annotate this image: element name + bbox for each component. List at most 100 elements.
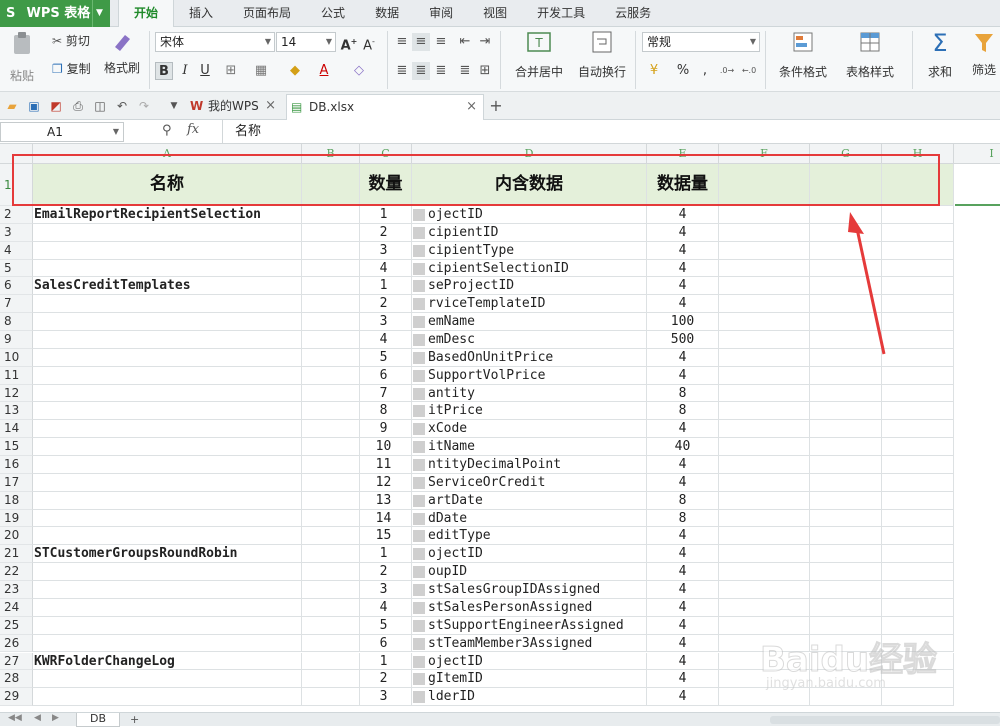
- cell-count[interactable]: 2: [360, 563, 412, 582]
- decrease-decimal-icon[interactable]: ←.0: [740, 62, 758, 80]
- cell-content[interactable]: stSalesPersonAssigned: [412, 598, 647, 617]
- cell-empty[interactable]: [302, 438, 360, 457]
- export-pdf-icon[interactable]: ◩: [48, 98, 64, 114]
- cell-content[interactable]: stTeamMember3Assigned: [412, 634, 647, 653]
- bold-button[interactable]: B: [155, 62, 173, 80]
- close-icon[interactable]: ×: [466, 95, 477, 119]
- cell-empty[interactable]: [719, 598, 810, 617]
- cell-name[interactable]: [33, 331, 302, 349]
- cell-empty[interactable]: [719, 545, 810, 564]
- row-header[interactable]: 6: [0, 277, 33, 296]
- cell-size[interactable]: 8: [647, 491, 719, 510]
- cell-count[interactable]: 3: [360, 688, 412, 707]
- cell-empty[interactable]: [882, 259, 954, 278]
- cell-name[interactable]: [33, 563, 302, 582]
- ribbon-tab[interactable]: 页面布局: [228, 0, 306, 27]
- cell-empty[interactable]: [882, 527, 954, 546]
- row-header[interactable]: 22: [0, 563, 33, 582]
- cell-empty[interactable]: [302, 384, 360, 403]
- row-header[interactable]: 23: [0, 581, 33, 599]
- cell-empty[interactable]: [302, 509, 360, 528]
- cell-empty[interactable]: [302, 634, 360, 653]
- cell-content[interactable]: cipientSelectionID: [412, 259, 647, 278]
- cell-name[interactable]: [33, 527, 302, 546]
- cell-empty[interactable]: [302, 545, 360, 564]
- cell-empty[interactable]: [719, 402, 810, 421]
- copy-button[interactable]: ❐ 复制: [52, 60, 91, 78]
- doc-tab-my-wps[interactable]: W 我的WPS ×: [186, 94, 282, 120]
- cell-size[interactable]: 8: [647, 384, 719, 403]
- cell-count[interactable]: 3: [360, 241, 412, 260]
- cell-content[interactable]: itPrice: [412, 402, 647, 421]
- cell-empty[interactable]: [302, 402, 360, 421]
- increase-decimal-icon[interactable]: .0→: [718, 62, 736, 80]
- cell-count[interactable]: 15: [360, 527, 412, 546]
- cell-name[interactable]: [33, 581, 302, 599]
- customize-toolbar-icon[interactable]: ▼: [166, 98, 182, 114]
- cell-size[interactable]: 4: [647, 616, 719, 635]
- cell-content[interactable]: gItemID: [412, 670, 647, 689]
- cell-empty[interactable]: [719, 420, 810, 439]
- row-header[interactable]: 3: [0, 223, 33, 242]
- cell-size[interactable]: 4: [647, 241, 719, 260]
- clear-format-icon[interactable]: ◇: [350, 62, 368, 80]
- cell-name[interactable]: [33, 616, 302, 635]
- cell-empty[interactable]: [882, 473, 954, 492]
- row-header[interactable]: 13: [0, 402, 33, 421]
- cell-name[interactable]: [33, 509, 302, 528]
- row-header[interactable]: 17: [0, 473, 33, 492]
- cell-empty[interactable]: [882, 313, 954, 332]
- cell-name[interactable]: [33, 241, 302, 260]
- align-middle-icon[interactable]: ≡: [412, 33, 430, 51]
- cell-name[interactable]: STCustomerGroupsRoundRobin: [33, 545, 302, 564]
- row-header[interactable]: 24: [0, 598, 33, 617]
- ribbon-tab[interactable]: 开发工具: [522, 0, 600, 27]
- cell-empty[interactable]: [719, 313, 810, 332]
- decrease-font-icon[interactable]: A-: [360, 33, 378, 53]
- cell-name[interactable]: [33, 438, 302, 457]
- cell-empty[interactable]: [882, 509, 954, 528]
- distributed-icon[interactable]: ⊞: [476, 62, 494, 80]
- row-header[interactable]: 15: [0, 438, 33, 457]
- cell-name[interactable]: SalesCreditTemplates: [33, 277, 302, 296]
- cell-size[interactable]: 4: [647, 456, 719, 474]
- percent-button[interactable]: %: [674, 62, 692, 80]
- row-header[interactable]: 10: [0, 348, 33, 367]
- cell-count[interactable]: 1: [360, 277, 412, 296]
- save-icon[interactable]: ▣: [26, 98, 42, 114]
- cell-content[interactable]: dDate: [412, 509, 647, 528]
- cell-size[interactable]: 8: [647, 402, 719, 421]
- format-painter-button[interactable]: 格式刷: [104, 31, 140, 76]
- cell-empty[interactable]: [810, 598, 882, 617]
- cell-size[interactable]: 4: [647, 545, 719, 564]
- cell-empty[interactable]: [810, 456, 882, 474]
- cell-count[interactable]: 11: [360, 456, 412, 474]
- cell-empty[interactable]: [882, 241, 954, 260]
- cell-empty[interactable]: [719, 206, 810, 224]
- cell-content[interactable]: antity: [412, 384, 647, 403]
- conditional-format-button[interactable]: 条件格式: [772, 31, 834, 80]
- italic-button[interactable]: I: [176, 62, 194, 80]
- undo-icon[interactable]: ↶: [114, 98, 130, 114]
- cell-empty[interactable]: [302, 259, 360, 278]
- border-icon[interactable]: ⊞: [222, 62, 240, 80]
- row-header[interactable]: 25: [0, 616, 33, 635]
- cell-content[interactable]: ServiceOrCredit: [412, 473, 647, 492]
- redo-icon[interactable]: ↷: [136, 98, 152, 114]
- indent-decrease-icon[interactable]: ⇤: [456, 33, 474, 51]
- cell-name[interactable]: [33, 295, 302, 314]
- cell-empty[interactable]: [719, 509, 810, 528]
- add-sheet-icon[interactable]: +: [130, 713, 139, 726]
- cell-empty[interactable]: [302, 616, 360, 635]
- cell-empty[interactable]: [302, 581, 360, 599]
- cell-empty[interactable]: [810, 473, 882, 492]
- cell-empty[interactable]: [810, 384, 882, 403]
- cell-size[interactable]: 4: [647, 688, 719, 707]
- cell-content[interactable]: ojectID: [412, 545, 647, 564]
- font-color-icon[interactable]: A: [315, 62, 333, 80]
- cell-name[interactable]: [33, 384, 302, 403]
- cell-empty[interactable]: [719, 581, 810, 599]
- cell-content[interactable]: artDate: [412, 491, 647, 510]
- cell-name[interactable]: [33, 456, 302, 474]
- cell-size[interactable]: 500: [647, 331, 719, 349]
